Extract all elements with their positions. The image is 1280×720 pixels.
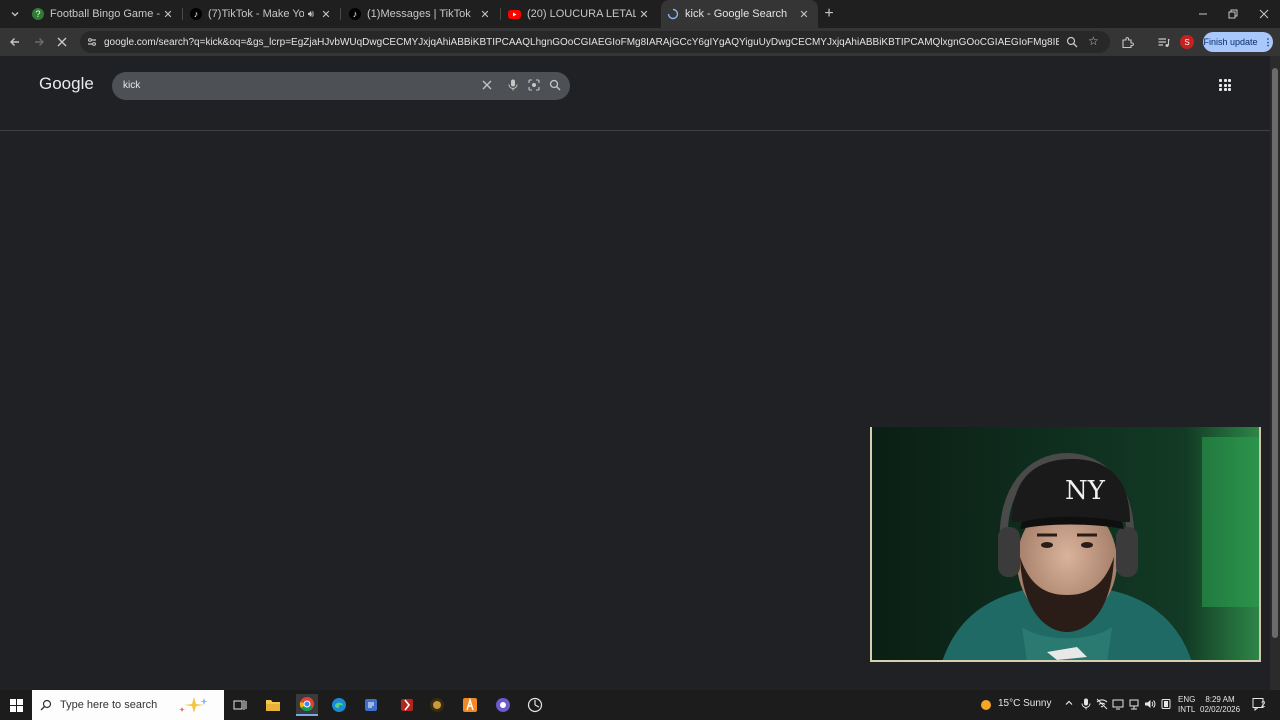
tab-strip: ? Football Bingo Game - Play No ✕ ♪ (7)T…: [0, 0, 1280, 28]
weather-icon[interactable]: [975, 694, 997, 716]
close-icon[interactable]: ✕: [796, 8, 812, 21]
lens-search-icon[interactable]: [527, 78, 541, 92]
chevron-up-icon[interactable]: [1064, 698, 1074, 711]
tiktok-icon: ♪: [349, 8, 361, 20]
tab-search-chevron-icon[interactable]: [6, 5, 24, 23]
keyboard-layout: INTL: [1178, 705, 1196, 714]
task-view-icon[interactable]: [229, 694, 251, 716]
browser-toolbar: google.com/search?q=kick&oq=&gs_lcrp=EgZ…: [0, 28, 1280, 56]
tab-title: (7)TikTok - Make Your Day: [208, 8, 304, 20]
close-icon[interactable]: ✕: [636, 8, 652, 21]
file-explorer-icon[interactable]: [262, 694, 284, 716]
finish-update-label: Finish update: [1203, 37, 1258, 47]
search-input[interactable]: kick: [123, 80, 140, 91]
football-bingo-icon: ?: [32, 8, 44, 20]
chrome-taskbar-icon[interactable]: [296, 694, 318, 716]
clock[interactable]: 8:29 AM 02/02/2026: [1200, 695, 1240, 715]
tab-youtube[interactable]: (20) LOUCURA LETAL (Slowed) ✕: [504, 0, 656, 28]
taskbar-search-box[interactable]: Type here to search: [32, 690, 224, 720]
window-close-button[interactable]: [1255, 5, 1273, 23]
tab-title: kick - Google Search: [685, 8, 788, 20]
restore-button[interactable]: [1224, 5, 1242, 23]
avatar: S: [1180, 35, 1194, 49]
extensions-icon[interactable]: [1118, 33, 1136, 51]
scrollbar-thumb[interactable]: [1272, 68, 1278, 638]
profile-avatar[interactable]: S: [1178, 33, 1196, 51]
back-button[interactable]: [6, 33, 24, 51]
tiktok-icon: ♪: [190, 8, 202, 20]
tab-google-search[interactable]: kick - Google Search ✕: [661, 0, 818, 28]
tab-title: (20) LOUCURA LETAL (Slowed): [527, 8, 636, 20]
search-highlight-icon: [176, 695, 212, 720]
close-icon[interactable]: ✕: [318, 8, 334, 21]
google-apps-icon[interactable]: [1219, 79, 1231, 91]
minimize-button[interactable]: [1194, 5, 1212, 23]
tab-title: Football Bingo Game - Play No: [50, 8, 160, 20]
stop-loading-button[interactable]: [53, 33, 71, 51]
voice-search-icon[interactable]: [506, 78, 520, 92]
youtube-icon: [508, 9, 521, 19]
site-info-icon[interactable]: [86, 36, 98, 48]
edge-icon[interactable]: [328, 694, 350, 716]
battery-icon[interactable]: [1160, 698, 1172, 713]
network-icon[interactable]: [1096, 698, 1108, 713]
taskbar-search-placeholder: Type here to search: [60, 699, 158, 711]
zoom-icon[interactable]: [1066, 35, 1078, 53]
language-indicator[interactable]: ENG INTL: [1178, 695, 1195, 715]
app-icon[interactable]: [396, 694, 418, 716]
clock-time: 8:29 AM: [1205, 695, 1235, 704]
app-icon[interactable]: [360, 694, 382, 716]
streamer-webcam-image: NY: [872, 427, 1259, 660]
weather-text[interactable]: 15°C Sunny: [998, 698, 1051, 709]
app-icon[interactable]: [524, 694, 546, 716]
svg-text:NY: NY: [1065, 476, 1106, 506]
address-bar[interactable]: google.com/search?q=kick&oq=&gs_lcrp=EgZ…: [80, 31, 1110, 53]
speaker-icon[interactable]: 🔊︎: [308, 9, 314, 20]
forward-button[interactable]: [30, 33, 48, 51]
media-controls-icon[interactable]: [1154, 33, 1172, 51]
search-icon: [40, 699, 52, 711]
tab-football-bingo[interactable]: ? Football Bingo Game - Play No ✕: [28, 0, 180, 28]
app-icon[interactable]: [459, 694, 481, 716]
display-icon[interactable]: [1112, 698, 1124, 713]
loading-spinner-icon: [667, 8, 679, 20]
network-wired-icon[interactable]: [1128, 698, 1140, 713]
volume-icon[interactable]: [1144, 698, 1156, 713]
search-box[interactable]: kick: [112, 72, 570, 100]
app-icon[interactable]: [426, 694, 448, 716]
windows-start-button[interactable]: [5, 694, 27, 716]
new-tab-button[interactable]: +: [820, 5, 838, 23]
windows-taskbar: Type here to search 15°C Sunny ENG INTL …: [0, 690, 1280, 720]
header-divider: [0, 130, 1270, 131]
tab-title: (1)Messages | TikTok: [367, 8, 471, 20]
url-text[interactable]: google.com/search?q=kick&oq=&gs_lcrp=EgZ…: [104, 37, 1059, 48]
webcam-overlay: NY: [870, 427, 1261, 662]
bookmark-star-icon[interactable]: ☆: [1088, 34, 1099, 48]
notification-count: 2: [1261, 700, 1266, 709]
microphone-icon[interactable]: [1081, 698, 1091, 713]
search-icon[interactable]: [548, 78, 562, 92]
clear-search-icon[interactable]: [480, 78, 494, 92]
tab-tiktok[interactable]: ♪ (7)TikTok - Make Your Day 🔊︎ ✕: [186, 0, 338, 28]
tab-tiktok-messages[interactable]: ♪ (1)Messages | TikTok ✕: [345, 0, 497, 28]
close-icon[interactable]: ✕: [160, 8, 176, 21]
close-icon[interactable]: ✕: [477, 8, 493, 21]
more-vert-icon: ⋮: [1263, 36, 1273, 47]
app-icon[interactable]: [492, 694, 514, 716]
page-scrollbar[interactable]: [1270, 56, 1280, 690]
clock-date: 02/02/2026: [1200, 705, 1241, 714]
language-code: ENG: [1178, 695, 1196, 704]
google-logo[interactable]: Google: [39, 74, 94, 94]
finish-update-button[interactable]: Finish update ⋮: [1203, 32, 1273, 52]
